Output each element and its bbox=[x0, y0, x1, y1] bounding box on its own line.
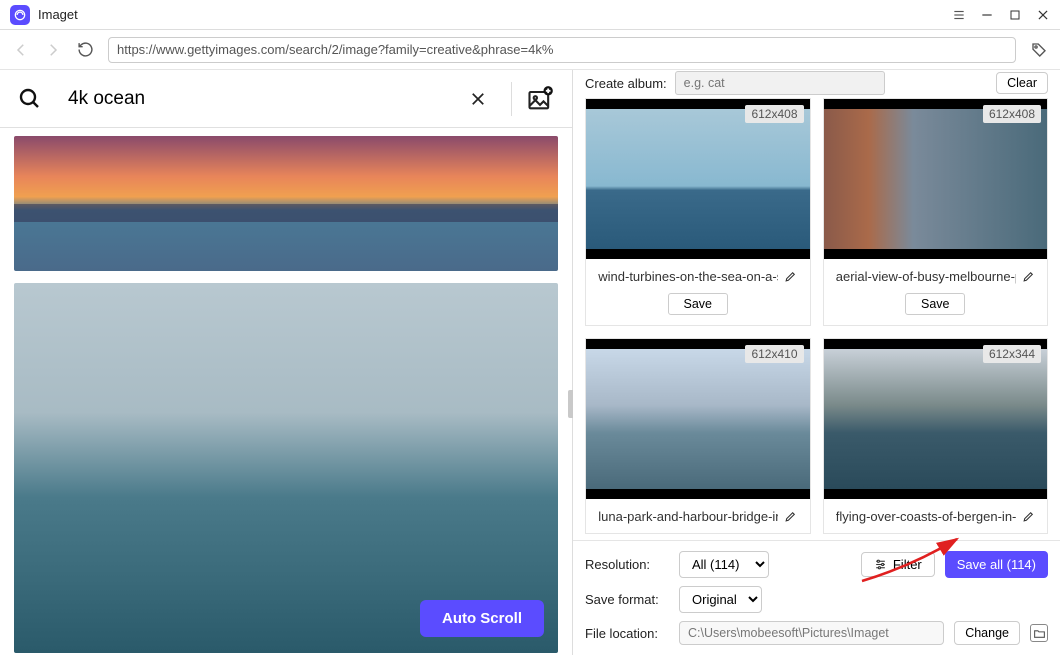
thumbnail[interactable]: 612x408 bbox=[586, 99, 810, 259]
file-location-label: File location: bbox=[585, 626, 669, 641]
image-card: 612x344 flying-over-coasts-of-bergen-in-… bbox=[823, 338, 1049, 534]
url-input[interactable] bbox=[108, 37, 1016, 63]
open-folder-icon[interactable] bbox=[1030, 624, 1048, 642]
forward-icon[interactable] bbox=[44, 41, 62, 59]
file-location-input[interactable] bbox=[679, 621, 944, 645]
edit-icon[interactable] bbox=[1022, 510, 1035, 523]
save-button[interactable]: Save bbox=[905, 293, 965, 315]
browser-pane: Auto Scroll bbox=[0, 70, 573, 655]
maximize-icon[interactable] bbox=[1008, 9, 1022, 21]
gallery: Auto Scroll bbox=[0, 128, 572, 655]
app-logo-icon bbox=[10, 5, 30, 25]
save-format-label: Save format: bbox=[585, 592, 669, 607]
caption-text: flying-over-coasts-of-bergen-in-the bbox=[836, 509, 1016, 524]
caption-text: aerial-view-of-busy-melbourne-por bbox=[836, 269, 1016, 284]
controls: Resolution: All (114) Filter Save all (1… bbox=[573, 540, 1060, 655]
edit-icon[interactable] bbox=[784, 270, 797, 283]
divider bbox=[511, 82, 512, 116]
thumbnail[interactable]: 612x410 bbox=[586, 339, 810, 499]
navbar bbox=[0, 30, 1060, 70]
dimensions-badge: 612x408 bbox=[745, 105, 803, 123]
app-title: Imaget bbox=[38, 7, 952, 22]
tag-icon[interactable] bbox=[1030, 41, 1048, 59]
dimensions-badge: 612x344 bbox=[983, 345, 1041, 363]
minimize-icon[interactable] bbox=[980, 8, 994, 22]
result-image[interactable] bbox=[14, 136, 558, 271]
change-button[interactable]: Change bbox=[954, 621, 1020, 645]
result-image[interactable] bbox=[14, 283, 558, 653]
save-format-select[interactable]: Original bbox=[679, 586, 762, 613]
back-icon[interactable] bbox=[12, 41, 30, 59]
titlebar: Imaget bbox=[0, 0, 1060, 30]
clear-search-icon[interactable] bbox=[469, 90, 487, 108]
download-pane: Create album: Clear 612x408 wind-turbine… bbox=[573, 70, 1060, 655]
close-icon[interactable] bbox=[1036, 8, 1050, 22]
thumbnail[interactable]: 612x408 bbox=[824, 99, 1048, 259]
search-icon[interactable] bbox=[18, 87, 42, 111]
resolution-label: Resolution: bbox=[585, 557, 669, 572]
search-bar bbox=[0, 70, 572, 128]
save-button[interactable]: Save bbox=[668, 293, 728, 315]
auto-scroll-button[interactable]: Auto Scroll bbox=[420, 600, 544, 637]
album-input[interactable] bbox=[675, 71, 885, 95]
thumbnail[interactable]: 612x344 bbox=[824, 339, 1048, 499]
image-card: 612x408 wind-turbines-on-the-sea-on-a-su… bbox=[585, 98, 811, 326]
reload-icon[interactable] bbox=[76, 41, 94, 59]
resolution-select[interactable]: All (114) bbox=[679, 551, 769, 578]
filter-button[interactable]: Filter bbox=[861, 552, 935, 577]
save-all-button[interactable]: Save all (114) bbox=[945, 551, 1048, 578]
dimensions-badge: 612x408 bbox=[983, 105, 1041, 123]
clear-button[interactable]: Clear bbox=[996, 72, 1048, 94]
edit-icon[interactable] bbox=[1022, 270, 1035, 283]
dimensions-badge: 612x410 bbox=[745, 345, 803, 363]
caption-text: luna-park-and-harbour-bridge-in-s bbox=[598, 509, 778, 524]
image-search-icon[interactable] bbox=[526, 85, 554, 113]
image-card: 612x410 luna-park-and-harbour-bridge-in-… bbox=[585, 338, 811, 534]
caption-text: wind-turbines-on-the-sea-on-a-sun bbox=[598, 269, 778, 284]
image-card: 612x408 aerial-view-of-busy-melbourne-po… bbox=[823, 98, 1049, 326]
create-album-label: Create album: bbox=[585, 76, 667, 91]
edit-icon[interactable] bbox=[784, 510, 797, 523]
menu-icon[interactable] bbox=[952, 7, 966, 23]
search-input[interactable] bbox=[68, 88, 455, 110]
